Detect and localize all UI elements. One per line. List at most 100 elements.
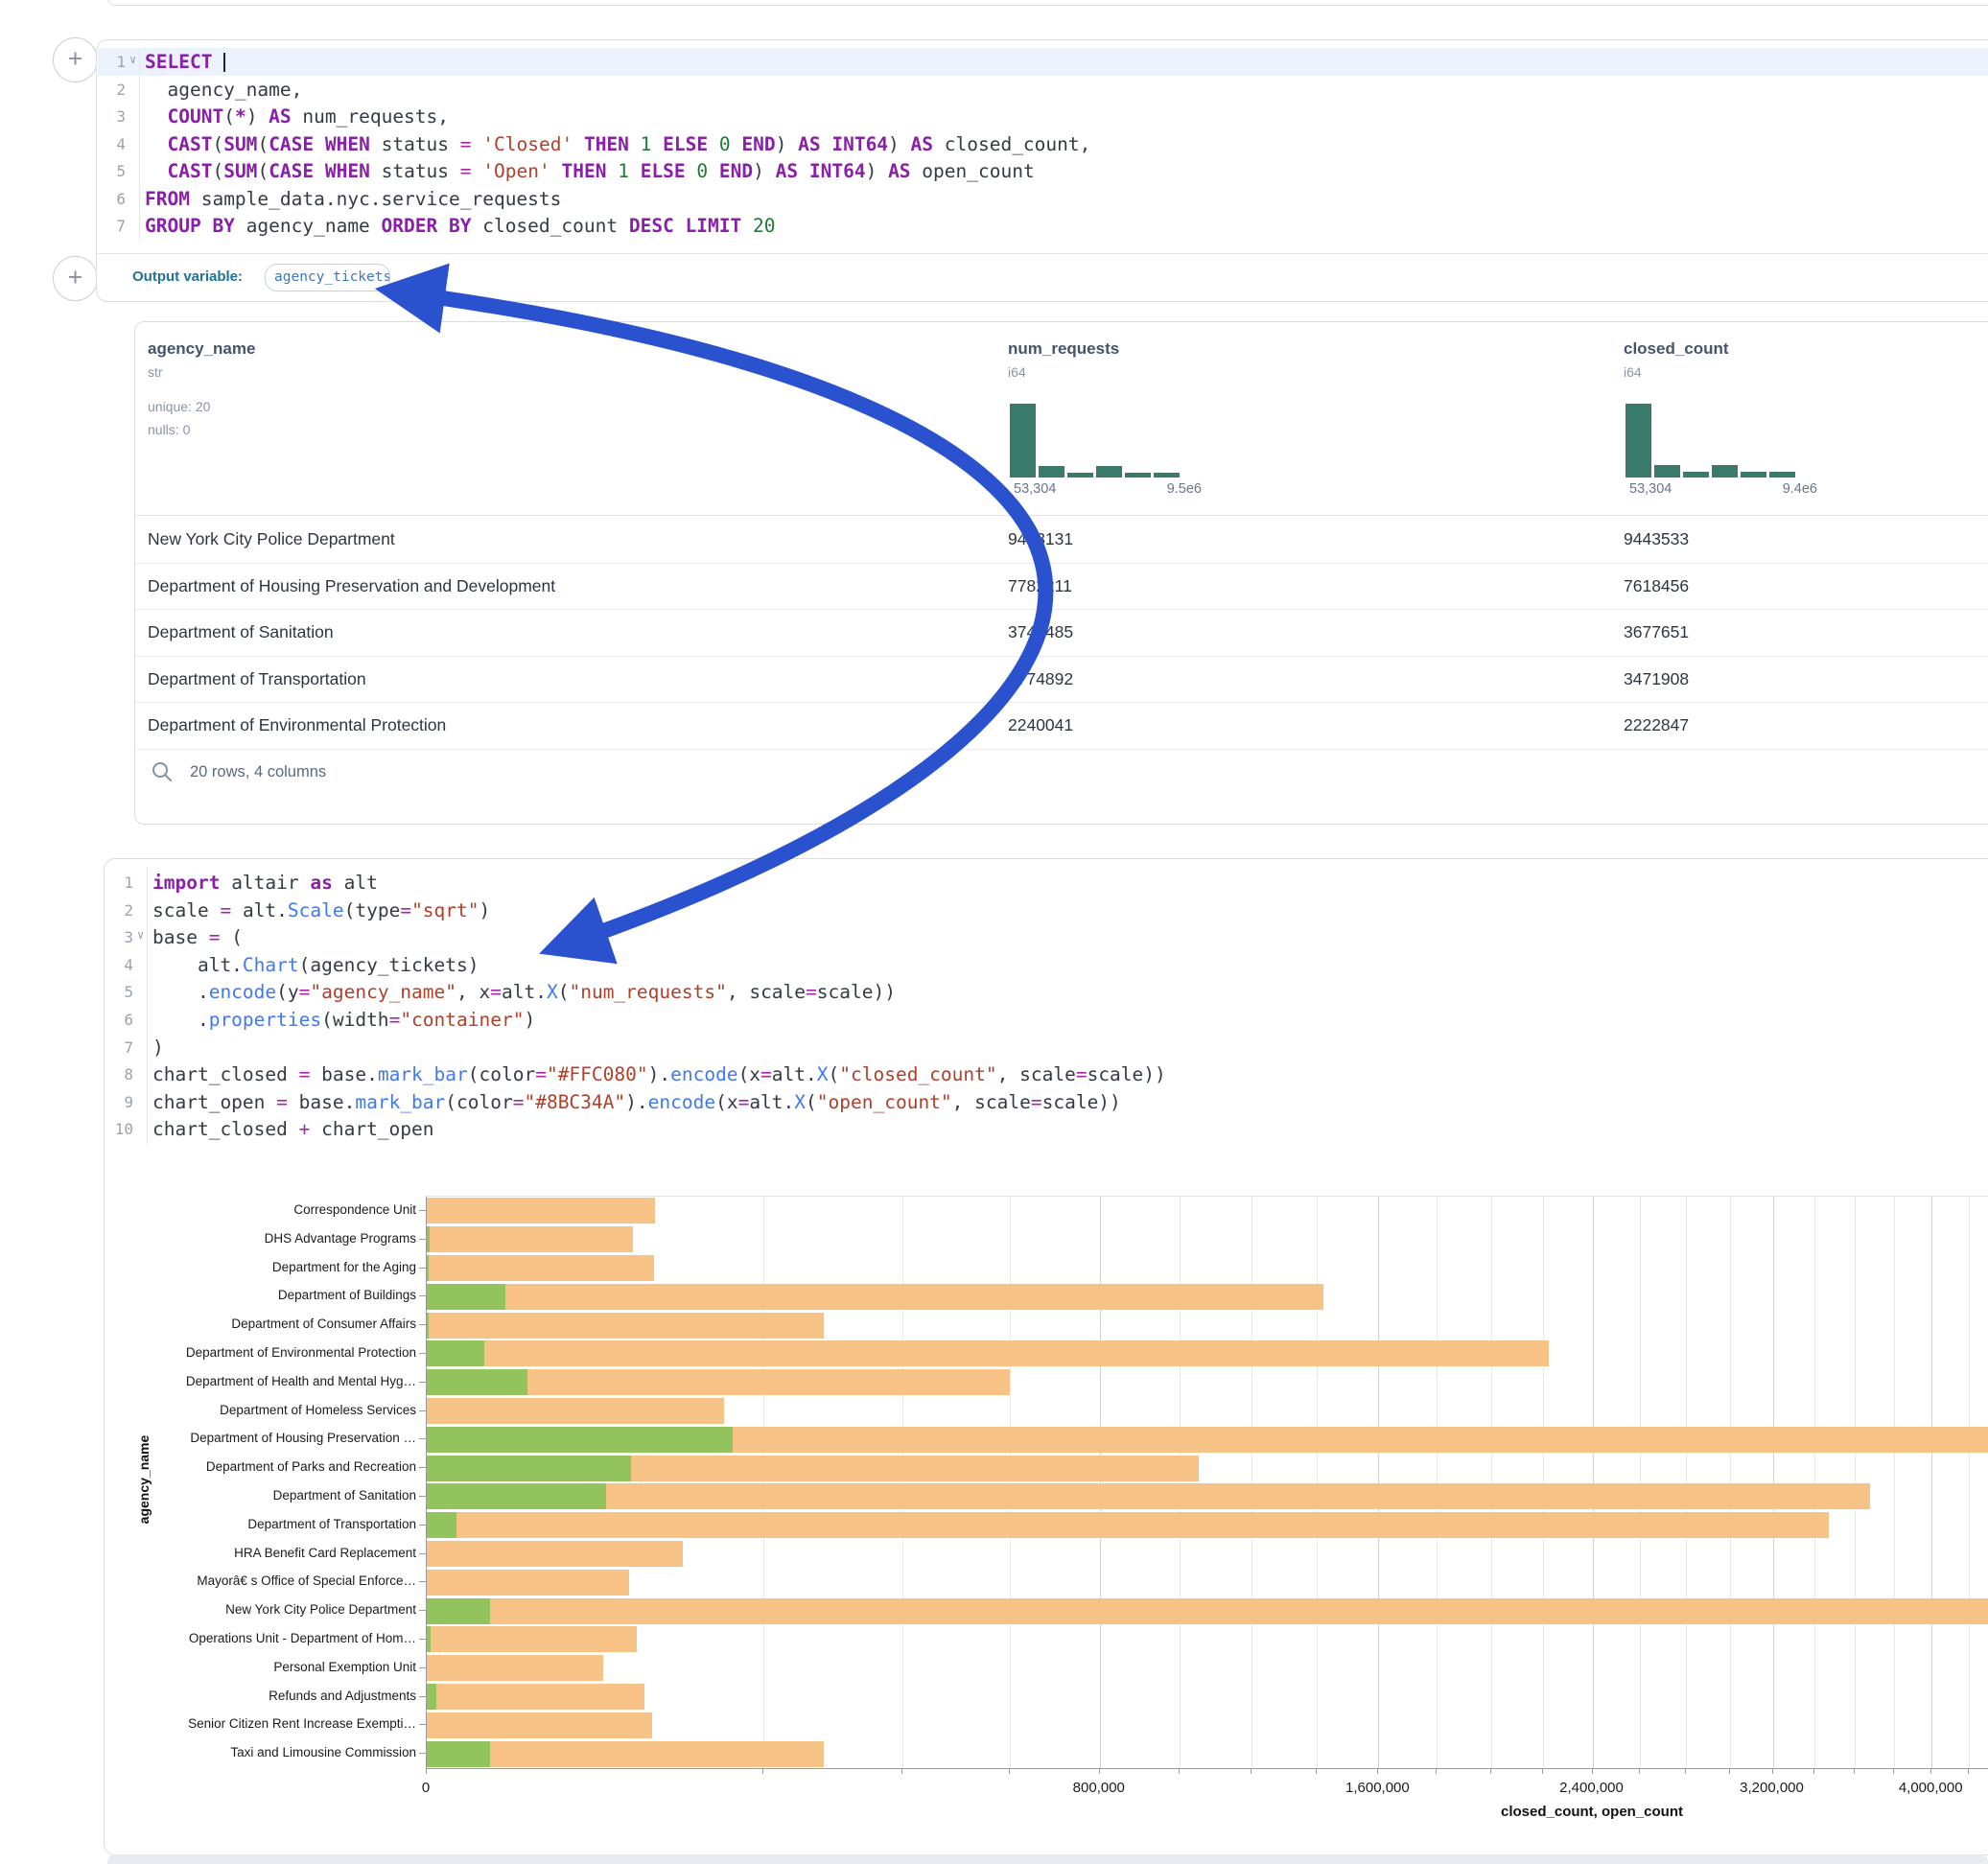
y-axis-label: Senior Citizen Rent Increase Exempti… bbox=[165, 1716, 416, 1732]
y-axis-title: agency_name bbox=[136, 1384, 152, 1575]
line-number: 2 bbox=[105, 897, 133, 924]
y-axis-tick bbox=[419, 1553, 426, 1554]
y-axis-label: HRA Benefit Card Replacement bbox=[165, 1546, 416, 1561]
code-text: chart_closed + chart_open bbox=[152, 1115, 434, 1143]
y-axis-label: Correspondence Unit bbox=[165, 1202, 416, 1218]
chart-gridline bbox=[1437, 1197, 1438, 1768]
y-axis-label: Department of Environmental Protection bbox=[165, 1345, 416, 1361]
bar-open-count bbox=[427, 1684, 436, 1710]
y-axis-tick bbox=[419, 1696, 426, 1697]
y-axis-label: Department of Sanitation bbox=[165, 1488, 416, 1503]
fold-chevron-icon[interactable]: ∨ bbox=[137, 921, 144, 949]
y-axis-label: Department for the Aging bbox=[165, 1260, 416, 1275]
code-line[interactable]: 3 COUNT(*) AS num_requests, bbox=[97, 103, 1988, 130]
code-text: .properties(width="container") bbox=[152, 1006, 535, 1034]
y-axis-tick bbox=[419, 1581, 426, 1582]
histogram-min-label: 53,304 bbox=[1014, 481, 1056, 497]
code-line[interactable]: 5 .encode(y="agency_name", x=alt.X("num_… bbox=[105, 978, 1988, 1006]
column-header-agency-name[interactable]: agency_name bbox=[148, 339, 255, 359]
bar-open-count bbox=[427, 1255, 429, 1281]
bar-open-count bbox=[427, 1456, 631, 1481]
code-line[interactable]: 2 agency_name, bbox=[97, 76, 1988, 104]
x-axis-tick bbox=[1685, 1768, 1686, 1774]
column-type: str bbox=[148, 364, 163, 380]
bar-closed-count bbox=[427, 1198, 655, 1223]
code-text: GROUP BY agency_name ORDER BY closed_cou… bbox=[145, 212, 776, 240]
cell-value: 3774892 bbox=[1008, 656, 1073, 703]
histogram-bar bbox=[1654, 465, 1680, 478]
code-text: alt.Chart(agency_tickets) bbox=[152, 951, 479, 979]
table-row[interactable]: Department of Environmental Protection22… bbox=[135, 702, 1988, 750]
code-line[interactable]: 7) bbox=[105, 1034, 1988, 1061]
add-cell-button[interactable]: + bbox=[53, 256, 98, 301]
chart-gridline bbox=[1491, 1197, 1492, 1768]
column-header-closed-count[interactable]: closed_count bbox=[1624, 339, 1729, 359]
code-line[interactable]: 6 .properties(width="container") bbox=[105, 1006, 1988, 1034]
x-axis-tick-label: 3,200,000 bbox=[1696, 1780, 1849, 1796]
previous-cell-edge bbox=[107, 0, 1988, 6]
code-line[interactable]: 9chart_open = base.mark_bar(color="#8BC3… bbox=[105, 1088, 1988, 1116]
histogram-bar bbox=[1096, 466, 1122, 478]
chart-gridline bbox=[902, 1197, 903, 1768]
fold-chevron-icon[interactable]: ∨ bbox=[129, 46, 136, 74]
line-number: 1 bbox=[97, 48, 126, 76]
code-line[interactable]: 10chart_closed + chart_open bbox=[105, 1115, 1988, 1143]
code-line[interactable]: 3∨base = ( bbox=[105, 923, 1988, 951]
histogram-max-label: 9.4e6 bbox=[1731, 481, 1817, 497]
cell-agency-name: Department of Environmental Protection bbox=[148, 702, 446, 749]
column-histogram bbox=[1625, 404, 1798, 478]
x-axis-title: closed_count, open_count bbox=[1400, 1804, 1784, 1820]
table-row[interactable]: Department of Transportation377489234719… bbox=[135, 656, 1988, 704]
x-axis-tick bbox=[1542, 1768, 1543, 1774]
table-row[interactable]: New York City Police Department945313194… bbox=[135, 516, 1988, 564]
chart-gridline bbox=[1931, 1197, 1932, 1768]
x-axis-tick bbox=[1930, 1768, 1931, 1774]
x-axis-tick bbox=[1813, 1768, 1814, 1774]
bar-chart-plot bbox=[426, 1196, 1988, 1769]
line-number: 8 bbox=[105, 1060, 133, 1088]
add-cell-button[interactable]: + bbox=[53, 37, 98, 82]
cell-value: 7782211 bbox=[1008, 563, 1072, 610]
code-line[interactable]: 7GROUP BY agency_name ORDER BY closed_co… bbox=[97, 212, 1988, 240]
sql-cell[interactable]: 1∨SELECT 2 agency_name,3 COUNT(*) AS num… bbox=[96, 39, 1988, 302]
bar-open-count bbox=[427, 1598, 490, 1624]
table-row[interactable]: Department of Housing Preservation and D… bbox=[135, 563, 1988, 611]
code-line[interactable]: 1import altair as alt bbox=[105, 869, 1988, 897]
y-axis-tick bbox=[419, 1268, 426, 1269]
code-line[interactable]: 6FROM sample_data.nyc.service_requests bbox=[97, 185, 1988, 213]
divider bbox=[97, 253, 1988, 254]
y-axis-label: Refunds and Adjustments bbox=[165, 1689, 416, 1704]
cell-agency-name: Department of Housing Preservation and D… bbox=[148, 563, 555, 610]
cell-value: 3471908 bbox=[1624, 656, 1689, 703]
line-number: 6 bbox=[97, 185, 126, 213]
y-axis-tick bbox=[419, 1410, 426, 1411]
bar-closed-count bbox=[427, 1284, 1323, 1310]
code-line[interactable]: 1∨SELECT bbox=[97, 48, 1988, 76]
y-axis-label: Department of Consumer Affairs bbox=[165, 1316, 416, 1332]
x-axis-tick bbox=[1639, 1768, 1640, 1774]
code-line[interactable]: 4 CAST(SUM(CASE WHEN status = 'Closed' T… bbox=[97, 130, 1988, 158]
bar-open-count bbox=[427, 1226, 430, 1252]
histogram-bar bbox=[1154, 473, 1180, 478]
code-line[interactable]: 2scale = alt.Scale(type="sqrt") bbox=[105, 897, 1988, 924]
text-cursor bbox=[223, 53, 225, 72]
code-line[interactable]: 5 CAST(SUM(CASE WHEN status = 'Open' THE… bbox=[97, 157, 1988, 185]
cell-value: 9453131 bbox=[1008, 516, 1073, 563]
x-axis-tick bbox=[1377, 1768, 1378, 1774]
column-type: i64 bbox=[1008, 364, 1026, 380]
output-variable-pill[interactable]: agency_tickets bbox=[265, 264, 390, 291]
column-header-num-requests[interactable]: num_requests bbox=[1008, 339, 1119, 359]
chart-gridline bbox=[1855, 1197, 1856, 1768]
chart-gridline bbox=[1251, 1197, 1252, 1768]
y-axis-label: Department of Parks and Recreation bbox=[165, 1459, 416, 1475]
bar-closed-count bbox=[427, 1570, 629, 1596]
code-line[interactable]: 8chart_closed = base.mark_bar(color="#FF… bbox=[105, 1060, 1988, 1088]
y-axis-tick bbox=[419, 1610, 426, 1611]
search-icon[interactable] bbox=[152, 761, 173, 782]
y-axis-tick bbox=[419, 1295, 426, 1296]
x-axis-tick bbox=[1968, 1768, 1969, 1774]
table-row[interactable]: Department of Sanitation37494853677651 bbox=[135, 609, 1988, 657]
column-stat-nulls: nulls: 0 bbox=[148, 422, 190, 437]
code-line[interactable]: 4 alt.Chart(agency_tickets) bbox=[105, 951, 1988, 979]
x-axis-tick bbox=[1490, 1768, 1491, 1774]
